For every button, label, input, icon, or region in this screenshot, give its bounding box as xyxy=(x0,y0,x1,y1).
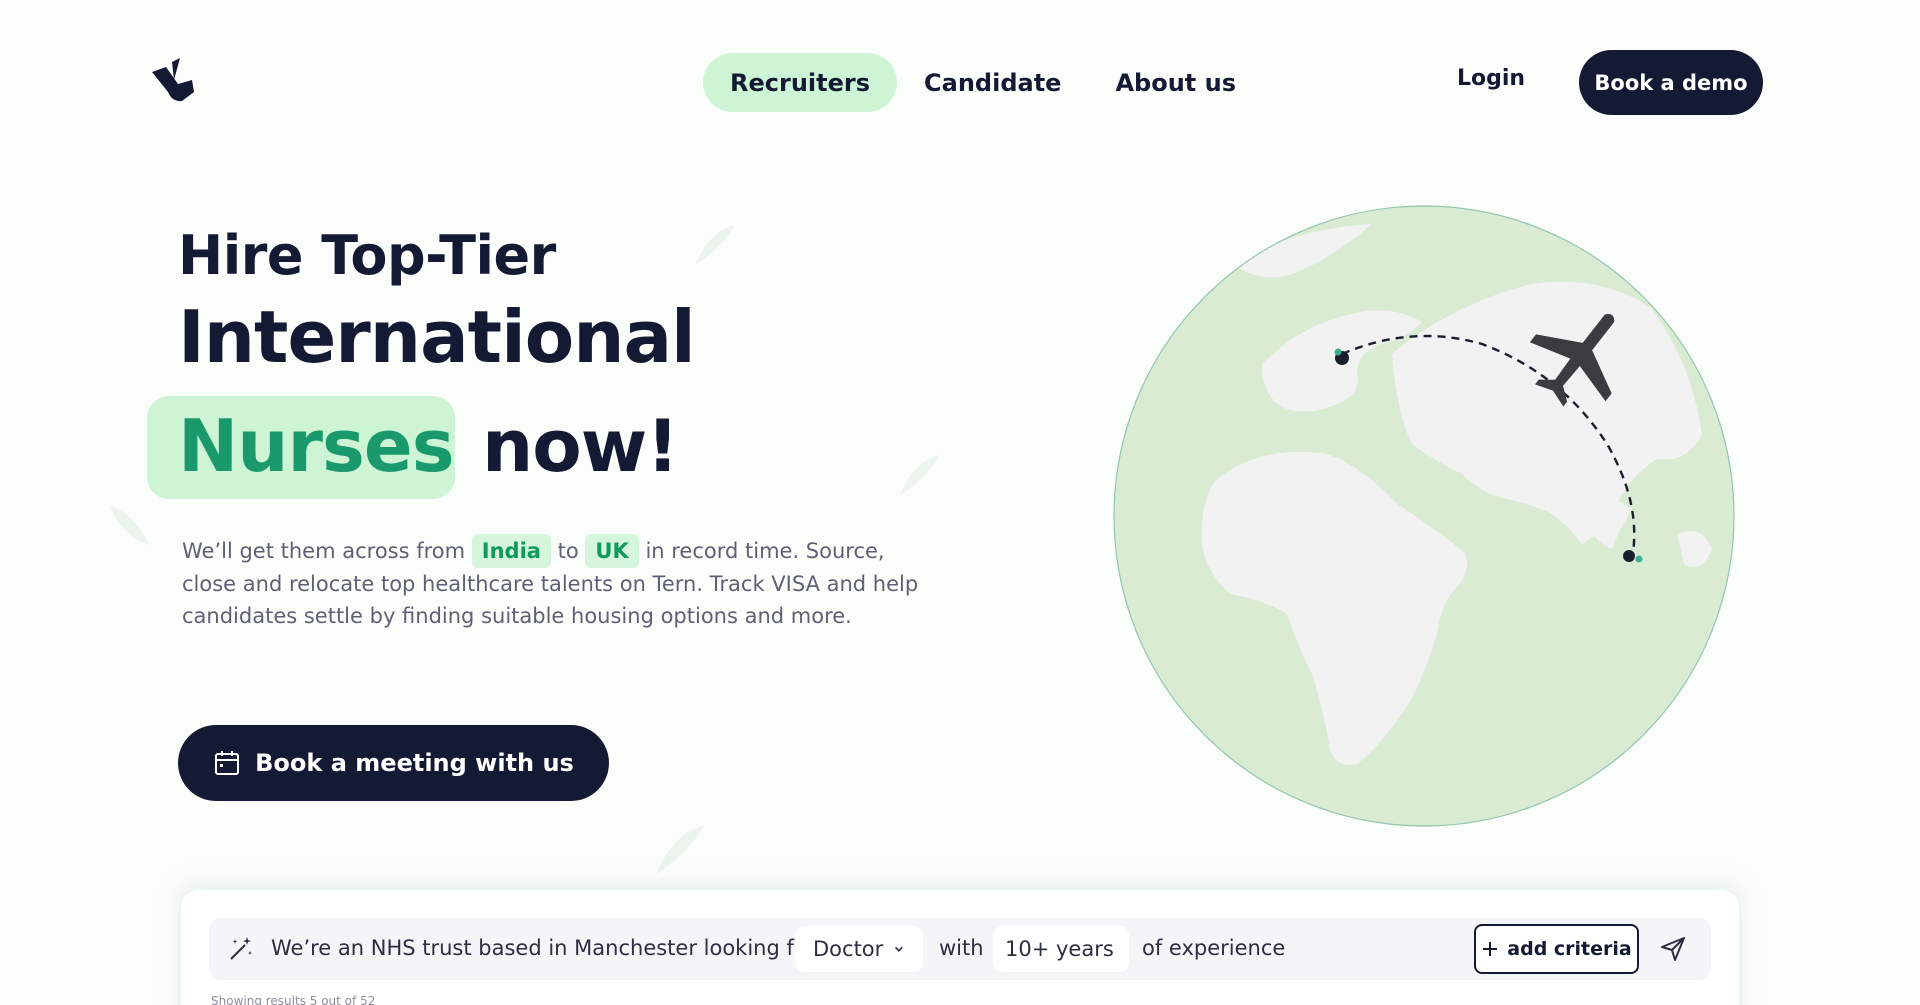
desc-to: to xyxy=(557,539,579,563)
magic-wand-icon xyxy=(230,937,252,960)
experience-value: 10+ years xyxy=(1005,937,1114,961)
leaf-decoration-icon xyxy=(900,455,940,495)
chip-uk: UK xyxy=(585,534,639,568)
leaf-decoration-icon xyxy=(695,225,735,265)
book-demo-button[interactable]: Book a demo xyxy=(1579,50,1763,115)
nav-about-us[interactable]: About us xyxy=(1088,53,1263,112)
chevron-down-icon xyxy=(895,946,904,952)
send-icon[interactable] xyxy=(1659,935,1687,963)
leaf-decoration-icon xyxy=(656,826,704,874)
top-navigation: Recruiters Candidate About us Login Book… xyxy=(0,0,1920,165)
leaf-decoration-icon xyxy=(110,505,150,545)
add-criteria-button[interactable]: add criteria xyxy=(1474,924,1639,974)
search-suffix-text: of experience xyxy=(1142,936,1286,960)
chip-india: India xyxy=(471,534,551,568)
hero-highlight-word: Nurses xyxy=(178,404,455,488)
book-meeting-label: Book a meeting with us xyxy=(255,749,574,777)
calendar-icon xyxy=(215,751,240,775)
hero-heading-line2: International xyxy=(178,295,696,379)
role-dropdown[interactable]: Doctor xyxy=(795,926,923,972)
results-count: Showing results 5 out of 52 xyxy=(211,994,376,1005)
globe-illustration xyxy=(1113,205,1735,827)
nav-recruiters[interactable]: Recruiters xyxy=(703,53,898,112)
experience-dropdown[interactable]: 10+ years xyxy=(993,926,1129,972)
search-prefix-text: We’re an NHS trust based in Manchester l… xyxy=(271,936,835,960)
role-value: Doctor xyxy=(813,937,884,961)
search-with-text: with xyxy=(939,936,984,960)
hero-heading-line1: Hire Top-Tier xyxy=(178,224,556,287)
book-meeting-button[interactable]: Book a meeting with us xyxy=(178,725,609,801)
nav-candidate[interactable]: Candidate xyxy=(897,53,1088,112)
desc-part1: We’ll get them across from xyxy=(182,539,466,563)
plus-icon xyxy=(1483,942,1498,956)
add-criteria-label: add criteria xyxy=(1507,938,1632,960)
nav-links: Recruiters Candidate About us xyxy=(703,53,1263,112)
login-link[interactable]: Login xyxy=(1457,66,1525,100)
tern-logo-icon[interactable] xyxy=(148,58,198,108)
hero-heading-end: now! xyxy=(482,404,679,488)
criteria-search-bar: We’re an NHS trust based in Manchester l… xyxy=(209,918,1711,980)
hero-description: We’ll get them across from India to UK i… xyxy=(182,534,942,632)
